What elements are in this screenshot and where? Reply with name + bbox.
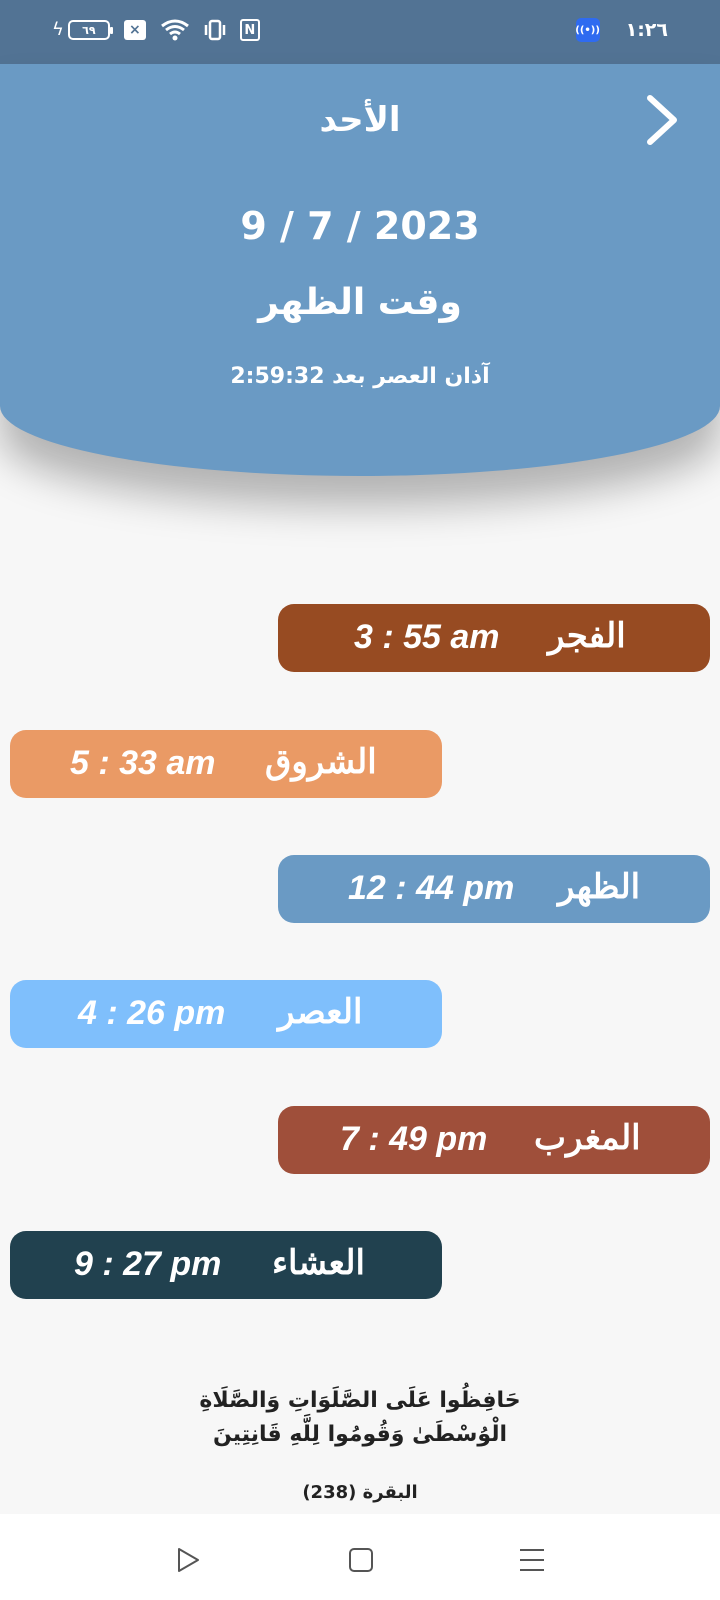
status-icons-right: ((•)) ١:٢٦ <box>575 18 668 42</box>
next-prayer-countdown: آذان العصر بعد 2:59:32 <box>230 364 490 389</box>
prayer-row-dhuhr: 12 : 44 pm الظهر <box>278 855 710 923</box>
recents-button[interactable] <box>512 1540 552 1580</box>
prayer-time: 4 : 26 pm <box>78 994 226 1032</box>
prayer-name: الظهر <box>558 868 641 906</box>
back-icon <box>178 1548 199 1572</box>
status-bar: ϟ ٦٩ × N ((•)) ١:٢٦ <box>0 0 720 64</box>
prayer-time: 12 : 44 pm <box>348 869 515 907</box>
header-panel: الأحد 9 / 7 / 2023 وقت الظهر آذان العصر … <box>0 64 720 476</box>
quran-verse: حَافِظُوا عَلَى الصَّلَوَاتِ وَالصَّلَاة… <box>160 1384 560 1452</box>
system-nav-bar <box>0 1514 720 1600</box>
prayer-row-isha: 9 : 27 pm العشاء <box>10 1231 442 1299</box>
verse-line-1: حَافِظُوا عَلَى الصَّلَوَاتِ وَالصَّلَاة… <box>199 1388 521 1413</box>
verse-reference: البقرة (238) <box>302 1482 418 1503</box>
prayer-row-asr: 4 : 26 pm العصر <box>10 980 442 1048</box>
vibrate-icon <box>204 18 226 42</box>
home-icon <box>349 1548 373 1572</box>
gregorian-date: 9 / 7 / 2023 <box>240 204 480 248</box>
prayer-time: 9 : 27 pm <box>74 1245 222 1283</box>
wifi-icon <box>160 18 190 42</box>
recents-icon <box>520 1549 544 1571</box>
hotspot-icon: ((•)) <box>575 18 600 42</box>
prayer-name: المغرب <box>534 1119 641 1157</box>
charging-icon: ϟ <box>52 19 64 40</box>
prayer-time: 7 : 49 pm <box>340 1120 488 1158</box>
prayer-name: العشاء <box>272 1244 365 1282</box>
prayer-row-maghrib: 7 : 49 pm المغرب <box>278 1106 710 1174</box>
prayer-name: الشروق <box>265 743 377 781</box>
notification-x-icon: × <box>123 20 146 40</box>
prayer-row-fajr: 3 : 55 am الفجر <box>278 604 710 672</box>
nfc-icon: N <box>239 19 260 41</box>
current-prayer: وقت الظهر <box>258 282 462 323</box>
status-icons-left: ϟ ٦٩ × N <box>52 18 260 42</box>
prayer-name: الفجر <box>548 617 626 655</box>
clock: ١:٢٦ <box>625 19 668 41</box>
prayer-row-sunrise: 5 : 33 am الشروق <box>10 730 442 798</box>
prayer-time: 3 : 55 am <box>354 618 500 656</box>
back-button[interactable] <box>168 1540 208 1580</box>
home-button[interactable] <box>341 1540 381 1580</box>
battery-icon: ٦٩ <box>67 20 113 40</box>
verse-line-2: الْوُسْطَىٰ وَقُومُوا لِلَّهِ قَانِتِينَ <box>213 1422 507 1447</box>
prayer-time: 5 : 33 am <box>70 744 216 782</box>
battery-indicator: ϟ ٦٩ <box>52 19 113 40</box>
day-name: الأحد <box>319 100 401 140</box>
prayer-name: العصر <box>278 993 363 1031</box>
